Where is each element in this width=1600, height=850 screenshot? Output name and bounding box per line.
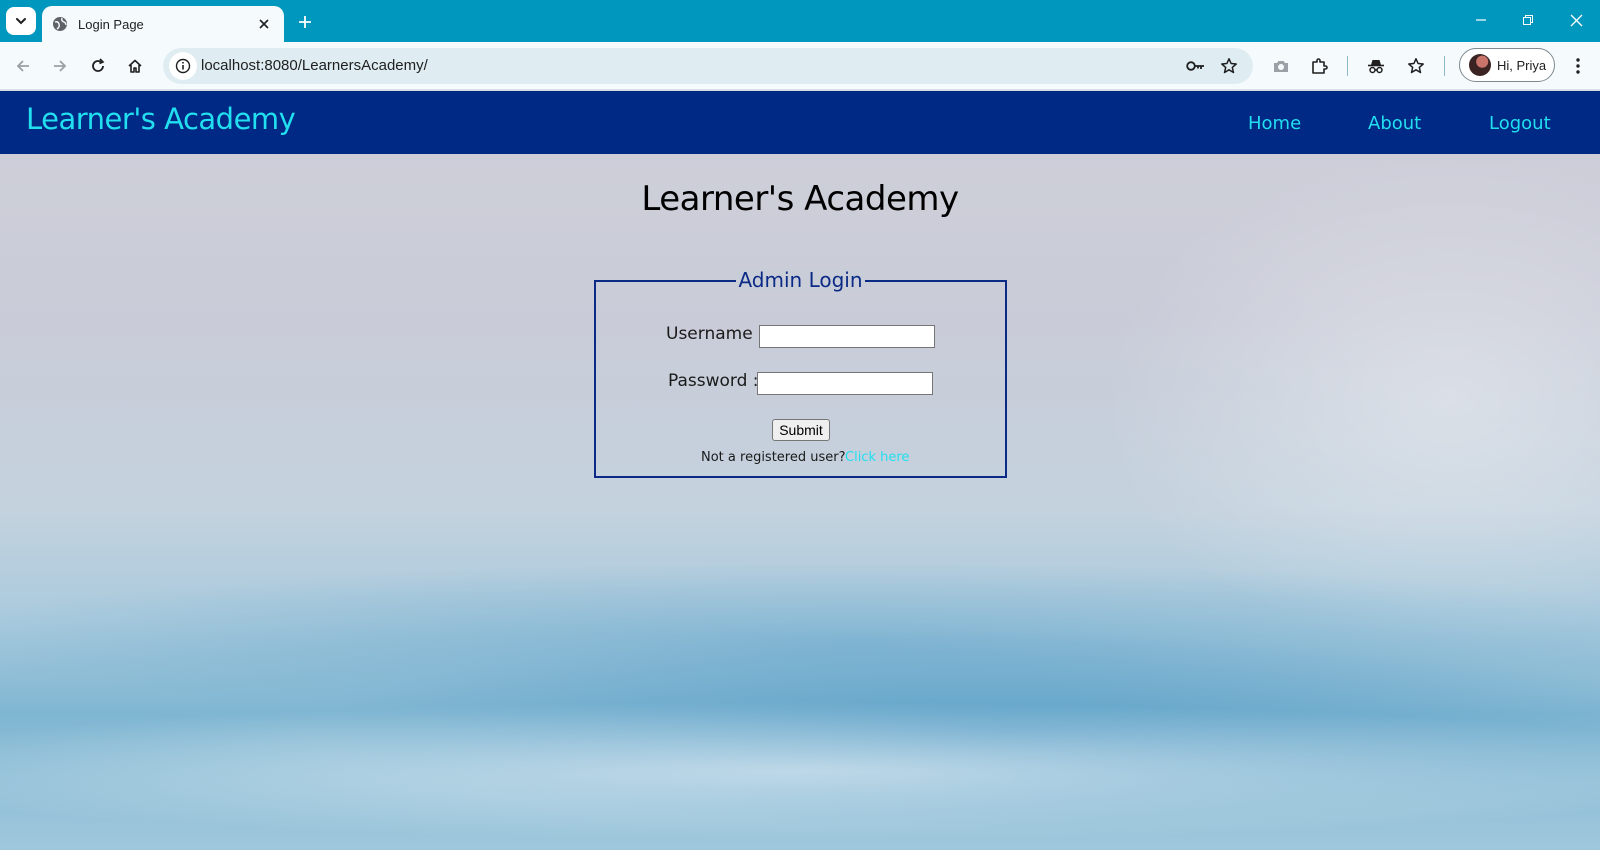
- register-prompt: Not a registered user?: [701, 450, 846, 465]
- incognito-button[interactable]: [1362, 52, 1390, 80]
- globe-icon: [52, 16, 68, 32]
- arrow-left-icon: [16, 60, 29, 72]
- nav-link-home[interactable]: Home: [1248, 113, 1301, 134]
- password-label: Password :: [668, 371, 759, 391]
- minimize-icon: [1476, 19, 1486, 21]
- camera-icon: [1274, 61, 1288, 72]
- site-brand[interactable]: Learner's Academy: [26, 102, 296, 136]
- minimize-window-button[interactable]: [1461, 6, 1501, 34]
- tab-search-button[interactable]: [6, 7, 36, 35]
- close-tab-icon[interactable]: [254, 14, 274, 34]
- close-window-button[interactable]: [1556, 6, 1596, 34]
- profile-button[interactable]: Hi, Priya: [1459, 48, 1555, 82]
- address-bar[interactable]: localhost:8080/LearnersAcademy/: [163, 48, 1253, 84]
- address-bar-url[interactable]: localhost:8080/LearnersAcademy/: [201, 57, 428, 74]
- toolbar-separator: [1444, 56, 1445, 76]
- screenshot-button[interactable]: [1267, 52, 1295, 80]
- favorites-button[interactable]: [1402, 52, 1430, 80]
- form-legend: Admin Login: [736, 268, 865, 292]
- browser-menu-button[interactable]: [1564, 52, 1592, 80]
- back-button[interactable]: [9, 52, 37, 80]
- restore-icon: [1523, 15, 1533, 25]
- page-content: Learner's Academy Home About Logout Lear…: [0, 91, 1600, 850]
- reload-icon: [92, 58, 105, 72]
- page-title: Learner's Academy: [641, 179, 959, 219]
- nav-link-about[interactable]: About: [1368, 113, 1421, 134]
- password-field[interactable]: [757, 372, 933, 395]
- more-vertical-icon: [1576, 58, 1580, 74]
- browser-tab-active[interactable]: Login Page: [42, 6, 284, 42]
- incognito-icon: [1368, 60, 1384, 74]
- username-field[interactable]: [759, 325, 935, 348]
- star-plus-icon: [1408, 58, 1424, 74]
- new-tab-button[interactable]: [293, 10, 317, 34]
- home-icon: [128, 59, 142, 73]
- site-navbar: Learner's Academy Home About Logout: [0, 91, 1600, 154]
- register-link[interactable]: Click here: [845, 450, 909, 465]
- nav-link-logout[interactable]: Logout: [1489, 113, 1551, 134]
- bookmark-star-icon[interactable]: [1215, 52, 1243, 80]
- submit-button[interactable]: Submit: [772, 419, 830, 441]
- site-info-icon[interactable]: [169, 52, 197, 80]
- browser-toolbar: localhost:8080/LearnersAcademy/ Hi, Priy…: [0, 42, 1600, 90]
- browser-tab-strip: Login Page: [0, 0, 1600, 42]
- puzzle-icon: [1312, 58, 1328, 74]
- close-icon: [1570, 14, 1582, 26]
- toolbar-separator: [1347, 56, 1348, 76]
- username-label: Username :: [666, 324, 764, 344]
- home-button[interactable]: [121, 52, 149, 80]
- extensions-button[interactable]: [1305, 52, 1333, 80]
- plus-icon: [299, 16, 311, 28]
- avatar: [1469, 54, 1491, 76]
- reload-button[interactable]: [84, 52, 112, 80]
- restore-window-button[interactable]: [1508, 6, 1548, 34]
- tab-title: Login Page: [78, 16, 144, 32]
- admin-login-form: Admin Login Username : Password : Submit…: [594, 268, 1007, 478]
- password-key-icon[interactable]: [1182, 52, 1210, 80]
- profile-name: Hi, Priya: [1497, 57, 1547, 73]
- arrow-right-icon: [54, 60, 67, 72]
- chevron-down-icon: [16, 18, 26, 25]
- forward-button[interactable]: [46, 52, 74, 80]
